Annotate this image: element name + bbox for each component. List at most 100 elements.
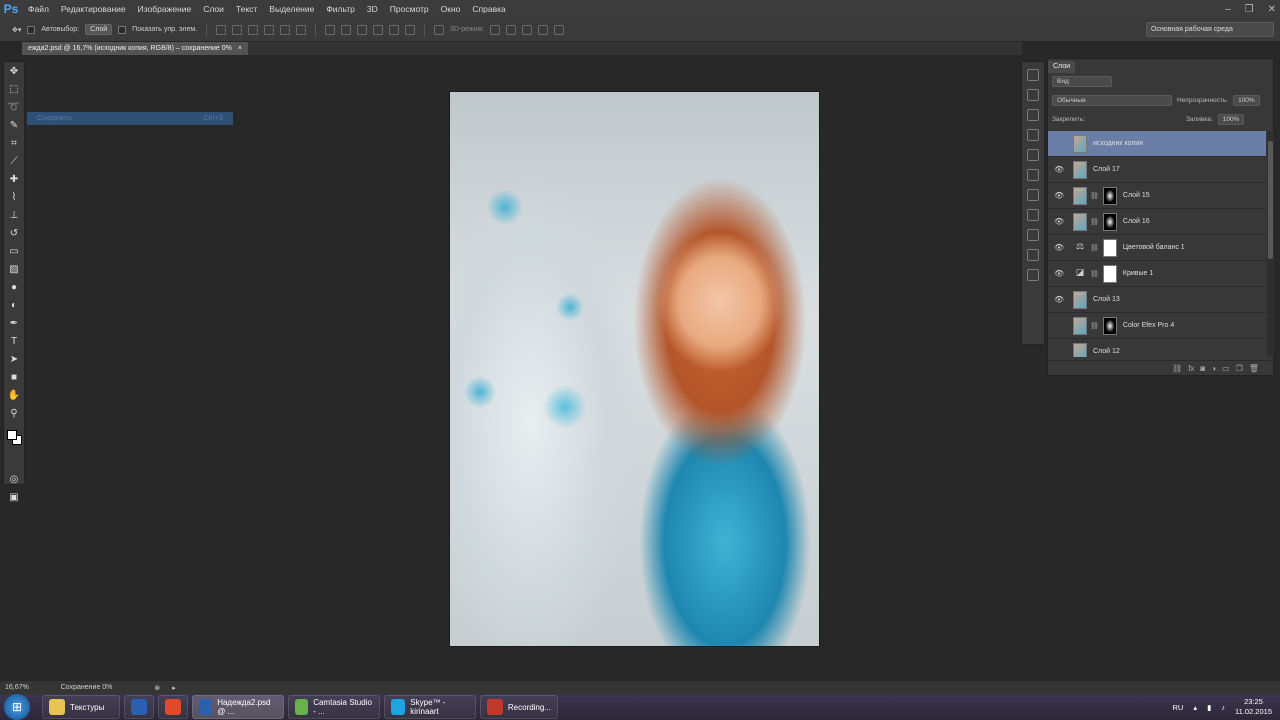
maximize-icon[interactable]: ❐ [1245, 4, 1254, 15]
close-tab-icon[interactable]: × [238, 42, 242, 55]
mask-link-icon[interactable]: ⛓ [1090, 322, 1099, 330]
minimize-icon[interactable]: ‒ [1225, 4, 1231, 15]
align-top-icon[interactable] [216, 24, 227, 35]
show-controls-checkbox[interactable] [118, 25, 127, 34]
new-adjustment-icon[interactable]: ◑ [1211, 364, 1216, 373]
history-brush-icon[interactable]: ↺ [7, 227, 21, 241]
quick-mask-icon[interactable]: ◎ [7, 473, 21, 487]
3d-icon[interactable] [1027, 169, 1039, 181]
layer-row[interactable]: 👁 ⛓ Слой 16 [1048, 209, 1266, 235]
menu-filter[interactable]: Фильтр [320, 0, 361, 18]
taskbar-app-button[interactable]: Skype™ - kirinaart [384, 695, 476, 719]
new-layer-icon[interactable]: ❐ [1236, 364, 1243, 373]
menu-text[interactable]: Текст [230, 0, 263, 18]
context-menu-item-save[interactable]: Сохранить Ctrl+S [27, 112, 233, 125]
layer-mask-thumbnail[interactable] [1102, 186, 1117, 205]
layer-thumbnail[interactable] [1073, 134, 1087, 153]
layer-thumbnail[interactable] [1073, 186, 1087, 205]
brush-tool-icon[interactable]: ⌇ [7, 191, 21, 205]
dodge-tool-icon[interactable]: ◐ [7, 299, 21, 313]
pen-tool-icon[interactable]: ✒ [7, 317, 21, 331]
distribute-right-icon[interactable] [405, 24, 416, 35]
volume-icon[interactable]: ♪ [1221, 703, 1225, 712]
layer-mask-thumbnail[interactable] [1102, 316, 1117, 335]
menu-window[interactable]: Окно [435, 0, 467, 18]
taskbar-app-button[interactable] [158, 695, 188, 719]
properties-icon[interactable] [1027, 149, 1039, 161]
visibility-eye-icon[interactable]: 👁 [1054, 191, 1064, 200]
visibility-eye-icon[interactable]: 👁 [1054, 165, 1064, 174]
path-select-tool-icon[interactable]: ➤ [7, 353, 21, 367]
marquee-tool-icon[interactable]: ⬚ [7, 83, 21, 97]
gradient-tool-icon[interactable]: ▨ [7, 263, 21, 277]
crop-tool-icon[interactable]: ⌗ [7, 137, 21, 151]
distribute-bottom-icon[interactable] [357, 24, 368, 35]
actions-icon[interactable] [1027, 249, 1039, 261]
shape-tool-icon[interactable]: ■ [7, 371, 21, 385]
start-button[interactable]: ⊞ [4, 694, 30, 720]
tool-presets-icon[interactable] [1027, 269, 1039, 281]
menu-layers[interactable]: Слои [197, 0, 230, 18]
move-tool-icon[interactable]: ✥▾ [12, 26, 21, 34]
eyedropper-tool-icon[interactable]: ⟋ [7, 155, 21, 169]
zoom-tool-icon[interactable]: ⚲ [7, 407, 21, 421]
layer-thumbnail[interactable] [1073, 316, 1087, 335]
opacity-field[interactable]: 100% [1233, 94, 1260, 106]
add-mask-icon[interactable]: ◙ [1200, 364, 1205, 373]
document-canvas[interactable] [449, 91, 820, 647]
layer-row[interactable]: 👁 ◪ ⛓ Кривые 1 [1048, 261, 1266, 287]
eraser-tool-icon[interactable]: ▭ [7, 245, 21, 259]
distribute-left-icon[interactable] [373, 24, 384, 35]
taskbar-app-button[interactable]: Текстуры [42, 695, 120, 719]
mask-link-icon[interactable]: ⛓ [1090, 270, 1099, 278]
document-tab[interactable]: ежда2.psd @ 16,7% (исходник копия, RGB/8… [22, 42, 248, 55]
autoselect-checkbox[interactable] [27, 25, 36, 34]
adjustments-icon[interactable] [1027, 129, 1039, 141]
quick-select-tool-icon[interactable]: ✎ [7, 119, 21, 133]
menu-help[interactable]: Справка [466, 0, 511, 18]
distribute-top-icon[interactable] [325, 24, 336, 35]
character-icon[interactable] [1027, 69, 1039, 81]
layer-row[interactable]: исходник копия [1048, 131, 1266, 157]
layer-row[interactable]: 👁 ⚖ ⛓ Цветовой баланс 1 [1048, 235, 1266, 261]
mask-link-icon[interactable]: ⛓ [1090, 244, 1099, 252]
autoselect-dropdown[interactable]: Слой [85, 24, 113, 35]
foreground-color-swatch[interactable] [7, 430, 17, 440]
paragraph-icon[interactable] [1027, 89, 1039, 101]
align-bottom-icon[interactable] [248, 24, 259, 35]
auto-align-icon[interactable] [434, 24, 445, 35]
workspace-dropdown[interactable]: Основная рабочая среда [1146, 22, 1274, 37]
fx-icon[interactable]: fx [1188, 364, 1194, 373]
stamp-tool-icon[interactable]: ⊥ [7, 209, 21, 223]
menu-file[interactable]: Файл [22, 0, 55, 18]
align-center-icon[interactable] [280, 24, 291, 35]
status-arrow-icon[interactable]: ▸ [172, 684, 176, 692]
layer-row[interactable]: 👁 Слой 17 [1048, 157, 1266, 183]
hand-tool-icon[interactable]: ✋ [7, 389, 21, 403]
layer-mask-thumbnail[interactable] [1102, 238, 1117, 257]
language-indicator[interactable]: RU [1173, 703, 1184, 712]
history-icon[interactable] [1027, 229, 1039, 241]
taskbar-app-button[interactable]: Recording... [480, 695, 558, 719]
menu-3d[interactable]: 3D [361, 0, 384, 18]
distribute-middle-icon[interactable] [341, 24, 352, 35]
layer-filter-dropdown[interactable]: Вид [1052, 75, 1112, 87]
channels-icon[interactable] [1027, 189, 1039, 201]
align-left-icon[interactable] [264, 24, 275, 35]
layer-row[interactable]: 👁 ⛓ Слой 15 [1048, 183, 1266, 209]
3d-rotate-icon[interactable] [490, 24, 501, 35]
layer-thumbnail[interactable] [1073, 212, 1087, 231]
paths-icon[interactable] [1027, 209, 1039, 221]
menu-select[interactable]: Выделение [263, 0, 320, 18]
menu-view[interactable]: Просмотр [384, 0, 435, 18]
taskbar-app-button[interactable] [124, 695, 154, 719]
layer-mask-thumbnail[interactable] [1102, 212, 1117, 231]
align-middle-icon[interactable] [232, 24, 243, 35]
mask-link-icon[interactable]: ⛓ [1090, 192, 1099, 200]
cancel-icon[interactable]: ⊗ [154, 684, 160, 692]
new-group-icon[interactable]: ▭ [1222, 364, 1230, 373]
align-right-icon[interactable] [296, 24, 307, 35]
healing-tool-icon[interactable]: ✚ [7, 173, 21, 187]
3d-roll-icon[interactable] [506, 24, 517, 35]
type-tool-icon[interactable]: T [7, 335, 21, 349]
